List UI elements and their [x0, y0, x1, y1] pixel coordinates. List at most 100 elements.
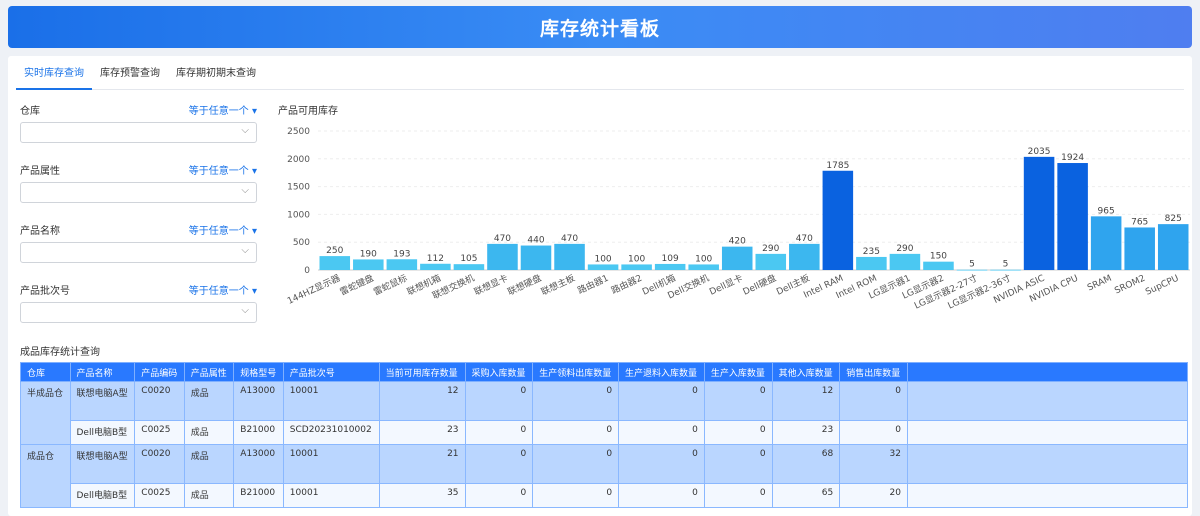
column-header[interactable]: 规格型号 [233, 362, 284, 382]
table-cell: 成品 [183, 444, 235, 484]
table-cell: 0 [703, 483, 773, 508]
bar[interactable] [353, 259, 384, 270]
filter-label: 产品批次号 [20, 286, 70, 297]
table-cell: 成品 [183, 420, 235, 445]
filter-operator[interactable]: 等于任意一个 ▾ [189, 282, 257, 297]
table-cell: 12 [771, 381, 841, 421]
tab-realtime-stock[interactable]: 实时库存查询 [16, 66, 92, 90]
table-row[interactable]: Dell电脑B型 C0025 成品 B21000 SCD20231010002 23 0 0 0… [21, 420, 1188, 445]
bar-value-label: 105 [460, 254, 477, 264]
tab-period-stock[interactable]: 库存期初期末查询 [168, 66, 264, 90]
bar[interactable] [420, 263, 451, 270]
bar[interactable] [1057, 163, 1088, 270]
table-cell: B21000 [233, 420, 284, 445]
column-header[interactable]: 其他入库数量 [771, 362, 841, 382]
bar[interactable] [487, 243, 518, 270]
batch-number-select[interactable]: ⌵ [20, 302, 257, 323]
tab-stock-warning[interactable]: 库存预警查询 [92, 66, 168, 90]
warehouse-select[interactable]: ⌵ [20, 122, 257, 143]
x-tick-label: Dell硬盘 [741, 272, 778, 298]
x-tick-label: SROM2 [1113, 274, 1147, 297]
bar[interactable] [889, 253, 921, 270]
table-cell: 0 [532, 483, 620, 508]
bar-value-label: 470 [796, 234, 813, 244]
table-row[interactable]: 半成品仓 联想电脑A型 C0020 成品 A13000 10001 12 0 0 0 0 12 0 [20, 381, 1188, 445]
bar-value-label: 290 [896, 244, 913, 254]
bar-value-label: 965 [1098, 206, 1115, 216]
bar[interactable] [856, 256, 887, 270]
bar[interactable] [1023, 156, 1055, 270]
table-cell: 0 [839, 420, 908, 445]
table-cell: A13000 [233, 381, 284, 421]
bar[interactable] [956, 269, 988, 271]
table-cell: 0 [532, 444, 620, 484]
column-header[interactable]: 产品属性 [183, 362, 235, 382]
x-tick-label: 雷蛇鼠标 [371, 272, 409, 298]
table-title: 成品库存统计查询 [20, 347, 100, 358]
table-cell: 0 [618, 483, 705, 508]
bar[interactable] [319, 256, 351, 270]
product-name-select[interactable]: ⌵ [20, 242, 257, 263]
x-tick-label: 雷蛇键盘 [338, 272, 376, 298]
table-row[interactable]: 成品仓 联想电脑A型 C0020 成品 A13000 10001 21 0 0 0 0 68 32 [20, 444, 1188, 508]
bar[interactable] [554, 243, 585, 270]
table-cell: 10001 [282, 381, 380, 421]
bar[interactable] [721, 246, 753, 270]
table-cell: C0020 [134, 444, 185, 484]
dashboard-header: 库存统计看板 [8, 6, 1192, 48]
bar[interactable] [453, 264, 485, 270]
bar-value-label: 112 [427, 254, 444, 264]
bar-value-label: 109 [662, 254, 679, 264]
bar-value-label: 193 [393, 249, 410, 259]
bar[interactable] [587, 264, 619, 270]
bar-value-label: 150 [930, 252, 947, 262]
table-cell: C0025 [134, 483, 185, 508]
bar[interactable] [654, 263, 686, 270]
bar[interactable] [822, 170, 854, 270]
bar[interactable] [1157, 224, 1189, 270]
filter-operator[interactable]: 等于任意一个 ▾ [189, 162, 257, 177]
column-header[interactable]: 产品批次号 [282, 362, 380, 382]
bar[interactable] [789, 243, 820, 270]
table-cell: 68 [771, 444, 841, 484]
bar[interactable] [1090, 216, 1122, 270]
bar[interactable] [621, 264, 652, 270]
column-header[interactable]: 当前可用库存数量 [378, 362, 466, 382]
bar-value-label: 5 [1003, 260, 1009, 270]
table-cell: A13000 [233, 444, 284, 484]
table-cell: 10001 [282, 483, 380, 508]
tab-bar: 实时库存查询 库存预警查询 库存期初期末查询 [16, 66, 1184, 90]
chart-title: 产品可用库存 [278, 106, 338, 117]
bar[interactable] [386, 259, 418, 270]
bar[interactable] [520, 245, 552, 270]
column-header[interactable]: 生产退料入库数量 [618, 362, 705, 382]
filter-operator[interactable]: 等于任意一个 ▾ [189, 102, 257, 117]
bar[interactable] [923, 261, 954, 270]
x-tick-label: Dell显卡 [707, 272, 744, 298]
bar[interactable] [990, 269, 1021, 271]
table-cell: 0 [464, 420, 534, 445]
column-header[interactable]: 采购入库数量 [464, 362, 534, 382]
x-tick-label: 路由器2 [609, 272, 644, 297]
x-tick-label: 联想显卡 [472, 272, 510, 298]
table-cell: 10001 [282, 444, 380, 484]
table-row[interactable]: Dell电脑B型 C0025 成品 B21000 10001 35 0 0 0 0 65 20 [21, 483, 1188, 508]
column-header[interactable]: 生产领料出库数量 [532, 362, 620, 382]
column-header[interactable]: 产品名称 [69, 362, 136, 382]
table-cell: 0 [618, 420, 705, 445]
bar[interactable] [688, 264, 719, 270]
product-attribute-select[interactable]: ⌵ [20, 182, 257, 203]
bar[interactable] [755, 253, 787, 270]
filter-label: 仓库 [20, 106, 40, 117]
y-tick-label: 500 [293, 238, 310, 248]
column-header[interactable]: 仓库 [20, 362, 71, 382]
table-cell: C0025 [134, 420, 185, 445]
table-cell: 0 [464, 483, 534, 508]
filter-operator[interactable]: 等于任意一个 ▾ [189, 222, 257, 237]
column-header[interactable]: 产品编码 [134, 362, 185, 382]
column-header[interactable]: 生产入库数量 [703, 362, 773, 382]
bar[interactable] [1124, 227, 1155, 270]
x-tick-label: SupCPU [1144, 274, 1180, 298]
warehouse-cell: 半成品仓 [20, 381, 71, 445]
column-header[interactable]: 销售出库数量 [839, 362, 908, 382]
